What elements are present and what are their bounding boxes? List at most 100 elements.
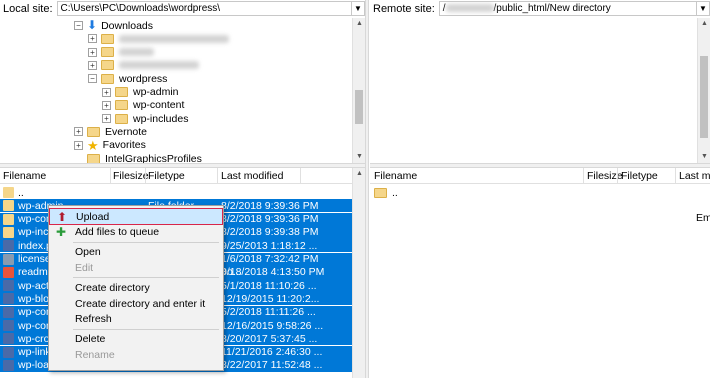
col-filename[interactable]: Filename — [374, 170, 417, 182]
local-directory-tree[interactable]: − ⬇ Downloads + + + − wordpress + wp-admin + wp-con… — [0, 18, 365, 163]
scroll-up-icon[interactable]: ▲ — [353, 168, 366, 180]
folder-icon — [87, 126, 100, 137]
remote-path-input[interactable]: //public_html/New directory — [438, 1, 697, 16]
folder-icon — [115, 100, 128, 111]
local-tree-scrollbar[interactable]: ▲ ▼ — [352, 18, 365, 163]
menu-item-refresh[interactable]: Refresh — [49, 311, 223, 328]
folder-icon — [101, 33, 114, 44]
php-file-icon — [3, 306, 14, 318]
download-icon: ⬇ — [87, 18, 98, 32]
scroll-thumb[interactable] — [355, 90, 363, 124]
file-name: .. — [18, 186, 24, 199]
local-path-dropdown-icon[interactable]: ▼ — [352, 1, 365, 16]
tree-item[interactable]: + wp-admin — [102, 86, 179, 99]
folder-icon — [115, 87, 128, 97]
tree-item-label: wp-content — [133, 99, 185, 112]
scroll-thumb[interactable] — [700, 56, 708, 138]
menu-separator — [73, 241, 219, 243]
menu-item-label: Refresh — [75, 313, 112, 326]
menu-item-label: Create directory — [75, 281, 150, 294]
php-file-icon — [3, 320, 14, 331]
col-last-modified[interactable]: Last modified — [221, 170, 283, 182]
expand-icon[interactable]: + — [74, 140, 83, 150]
tree-item-label: Evernote — [105, 125, 148, 138]
tree-item[interactable]: + — [88, 32, 229, 45]
expand-icon[interactable]: + — [88, 60, 97, 70]
list-item[interactable]: .. — [374, 186, 398, 199]
scroll-down-icon[interactable]: ▼ — [698, 151, 710, 163]
local-files-scrollbar[interactable]: ▲ — [352, 168, 365, 378]
menu-item-add-files-to-queue[interactable]: ✚ Add files to queue — [49, 224, 223, 241]
folder-icon — [101, 60, 114, 71]
menu-item-open[interactable]: Open — [49, 244, 223, 261]
tree-item[interactable]: − ⬇ Downloads — [74, 19, 153, 32]
file-modified: 8/22/2017 11:52:48 ... — [221, 359, 323, 372]
col-filetype[interactable]: Filetype — [148, 170, 185, 182]
empty-directory-text: Em — [696, 212, 710, 224]
tree-item[interactable]: + — [88, 46, 154, 59]
menu-item-delete[interactable]: Delete — [49, 331, 223, 348]
tree-item[interactable]: + — [88, 59, 199, 72]
remote-directory-tree[interactable]: ?subdb?−−public_html?.well-knownNew dire… — [370, 18, 710, 163]
tree-item-label: wp-includes — [133, 112, 189, 125]
table-row[interactable]: .. — [0, 186, 352, 199]
remote-path-text: /public_html/New directory — [493, 3, 611, 14]
menu-item-label: Upload — [76, 210, 110, 223]
folder-icon — [101, 73, 114, 84]
vertical-splitter[interactable] — [365, 0, 369, 378]
folder-icon — [3, 200, 14, 212]
collapse-icon[interactable]: − — [88, 74, 97, 84]
tree-item[interactable]: + ★ Favorites — [74, 139, 146, 152]
col-filename[interactable]: Filename — [3, 170, 46, 182]
tree-item[interactable]: IntelGraphicsProfiles — [74, 152, 202, 163]
expand-icon[interactable]: + — [102, 114, 111, 124]
file-modified: 3/18/2018 4:13:50 PM — [221, 266, 325, 279]
col-last-modified[interactable]: Last m — [679, 170, 710, 182]
menu-item-rename: Rename — [49, 346, 223, 363]
expand-icon[interactable]: + — [102, 87, 111, 97]
menu-item-create-directory-and-enter-it[interactable]: Create directory and enter it — [49, 295, 223, 312]
tree-item[interactable]: + wp-content — [102, 99, 184, 112]
expand-icon[interactable]: + — [88, 47, 97, 57]
menu-item-upload[interactable]: ⬆ Upload — [49, 208, 223, 225]
expand-icon[interactable]: + — [102, 100, 111, 110]
file-modified: 8/2/2018 9:39:38 PM — [221, 226, 319, 239]
local-path-input[interactable]: C:\Users\PC\Downloads\wordpress\ — [56, 1, 352, 16]
tree-item-label: wordpress — [119, 72, 168, 85]
folder-icon — [3, 226, 14, 238]
php-file-icon — [3, 280, 14, 292]
menu-item-label: Edit — [75, 261, 94, 274]
scroll-up-icon[interactable]: ▲ — [698, 18, 710, 30]
remote-tree-scrollbar[interactable]: ▲ ▼ — [697, 18, 710, 163]
php-file-icon — [3, 359, 14, 371]
col-filesize[interactable]: Filesize — [113, 170, 149, 182]
collapse-icon[interactable]: − — [74, 21, 83, 30]
folder-icon — [3, 187, 14, 198]
php-file-icon — [3, 240, 14, 252]
tree-item[interactable]: − wordpress — [88, 72, 167, 85]
tree-spacer — [74, 154, 83, 163]
menu-item-create-directory[interactable]: Create directory — [49, 279, 223, 296]
remote-path-dropdown-icon[interactable]: ▼ — [697, 1, 710, 16]
expand-icon[interactable]: + — [88, 34, 97, 44]
folder-icon — [374, 187, 387, 198]
tree-item[interactable]: + Evernote — [74, 125, 147, 138]
file-modified: 8/2/2018 9:39:36 PM — [221, 213, 319, 226]
col-filetype[interactable]: Filetype — [621, 170, 658, 182]
context-menu: ⬆ Upload ✚ Add files to queue Open Edit Create… — [48, 205, 224, 371]
tree-item-label: wp-admin — [133, 86, 179, 98]
html-file-icon — [3, 266, 14, 278]
menu-separator — [73, 328, 219, 330]
tree-item[interactable]: + wp-includes — [102, 112, 188, 125]
tree-item-label: IntelGraphicsProfiles — [105, 152, 202, 164]
redacted-label — [119, 61, 199, 70]
file-modified: 1/6/2018 7:32:42 PM — [221, 253, 319, 265]
add-to-queue-icon: ✚ — [56, 225, 67, 240]
star-icon: ★ — [87, 137, 99, 153]
menu-item-label: Add files to queue — [75, 226, 160, 239]
folder-icon — [101, 47, 114, 58]
file-modified: 8/2/2018 9:39:36 PM — [221, 199, 319, 212]
file-modified: 8/20/2017 5:37:45 ... — [221, 332, 318, 345]
expand-icon[interactable]: + — [74, 127, 83, 137]
remote-site-label: Remote site: — [373, 2, 435, 15]
